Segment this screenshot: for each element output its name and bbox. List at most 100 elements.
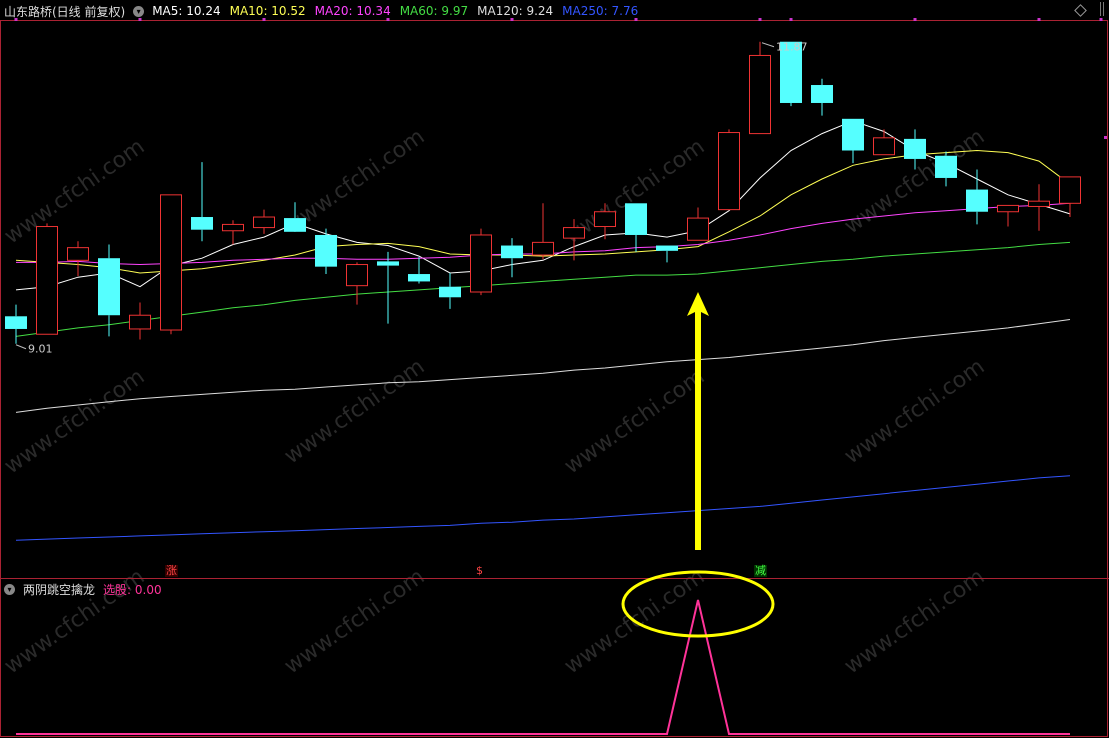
candle-0 (5, 304, 27, 344)
high-price-label: 11.87 (776, 41, 808, 54)
ma-label-5: MA250: 7.76 (562, 4, 639, 18)
top-marker-10 (1099, 18, 1103, 21)
candle-21 (656, 245, 678, 263)
candle-7 (222, 220, 244, 245)
candle-15 (470, 228, 492, 296)
indicator-header: ▾ 两阴跳空擒龙 选股: 0.00 (4, 581, 162, 597)
candle-31 (966, 169, 988, 225)
candle-22 (687, 207, 709, 241)
indicator-title[interactable]: 两阴跳空擒龙 (23, 581, 95, 598)
candle-body-3 (98, 258, 120, 316)
ma-label-1: MA10: 10.52 (229, 4, 306, 18)
candle-body-11 (346, 264, 368, 287)
candle-body-18 (563, 227, 585, 239)
candle-body-5 (160, 194, 182, 331)
candle-body-31 (966, 189, 988, 212)
watermark-text-6: www.cfchi.com (560, 364, 709, 479)
candle-1 (36, 223, 58, 335)
candle-body-14 (439, 286, 461, 298)
stock-title[interactable]: 山东路桥(日线 前复权) (4, 3, 125, 20)
candle-body-24 (749, 54, 771, 135)
ma-label-2: MA20: 10.34 (314, 4, 391, 18)
candle-11 (346, 262, 368, 305)
candle-body-7 (222, 223, 244, 232)
top-marker-6 (758, 18, 762, 21)
candle-34 (1059, 176, 1081, 218)
main-chart-header: 山东路桥(日线 前复权) ▾ MA5: 10.24 MA10: 10.52 MA20… (4, 3, 638, 19)
candle-27 (842, 118, 864, 164)
candle-17 (532, 203, 554, 260)
candle-body-34 (1059, 176, 1081, 204)
candle-10 (315, 228, 337, 275)
price-chart-svg[interactable]: www.cfchi.com www.cfchi.com www.cfchi.com w… (0, 0, 1109, 738)
candle-4 (129, 302, 151, 340)
candle-30 (935, 151, 957, 187)
candle-body-23 (718, 132, 740, 211)
candle-body-22 (687, 217, 709, 241)
candle-2 (67, 241, 89, 277)
indicator-layer (16, 292, 1070, 735)
candle-body-6 (191, 217, 213, 230)
watermark-text-11: www.cfchi.com (840, 564, 989, 679)
candle-body-30 (935, 155, 957, 178)
ma-label-3: MA60: 9.97 (399, 4, 469, 18)
candle-13 (408, 257, 430, 284)
candle-body-12 (377, 261, 399, 266)
candle-3 (98, 244, 120, 337)
annotation-layer: 11.87 9.01 (15, 41, 808, 356)
candle-body-10 (315, 234, 337, 267)
watermark-text-0: www.cfchi.com (0, 134, 149, 249)
candle-33 (1028, 184, 1050, 231)
right-marker (1104, 136, 1107, 139)
candle-body-19 (594, 211, 616, 228)
signal-label-2: 减 (754, 564, 767, 577)
candle-24 (749, 41, 771, 135)
candle-body-2 (67, 247, 89, 261)
scroll-handle-icon[interactable] (1100, 2, 1104, 16)
candle-body-1 (36, 226, 58, 335)
candle-body-0 (5, 316, 27, 329)
candle-body-13 (408, 274, 430, 282)
candle-6 (191, 162, 213, 242)
ma-label-0: MA5: 10.24 (152, 4, 221, 18)
candle-26 (811, 78, 833, 116)
ma-legend: MA5: 10.24 MA10: 10.52 MA20: 10.34 MA60: 9.… (152, 4, 638, 18)
ma-label-4: MA120: 9.24 (477, 4, 554, 18)
candle-body-29 (904, 138, 926, 159)
watermark-text-7: www.cfchi.com (840, 354, 989, 469)
signal-label-1: $ (475, 564, 484, 577)
watermark-text-4: www.cfchi.com (0, 364, 149, 479)
watermark-text-5: www.cfchi.com (280, 354, 429, 469)
candle-body-32 (997, 204, 1019, 213)
candle-body-21 (656, 245, 678, 251)
candle-body-33 (1028, 200, 1050, 207)
low-price-label: 9.01 (28, 343, 53, 356)
indicator-settings-icon[interactable]: ▾ (4, 583, 15, 595)
high-pointer-line (761, 42, 775, 48)
candle-body-15 (470, 234, 492, 293)
candle-14 (439, 272, 461, 309)
top-marker-8 (913, 18, 917, 21)
top-marker-7 (789, 18, 793, 21)
ma-line-ma250 (15, 475, 1071, 541)
indicator-value: 选股: 0.00 (103, 582, 162, 597)
chart-stage: www.cfchi.com www.cfchi.com www.cfchi.com w… (0, 0, 1109, 738)
signal-label-0: 涨 (165, 564, 178, 577)
candle-body-16 (501, 245, 523, 259)
candle-32 (997, 204, 1019, 227)
candle-body-17 (532, 241, 554, 256)
candle-body-4 (129, 314, 151, 330)
candle-23 (718, 129, 740, 211)
settings-circle-icon[interactable]: ▾ (133, 5, 145, 17)
candle-body-27 (842, 118, 864, 151)
candle-8 (253, 209, 275, 234)
candle-28 (873, 129, 895, 156)
candle-body-26 (811, 85, 833, 103)
low-pointer-line (15, 344, 27, 350)
watermark-text-9: www.cfchi.com (280, 564, 429, 679)
candle-16 (501, 238, 523, 278)
candle-20 (625, 203, 647, 252)
candle-12 (377, 251, 399, 324)
top-marker-9 (1037, 18, 1041, 21)
candle-body-28 (873, 137, 895, 156)
